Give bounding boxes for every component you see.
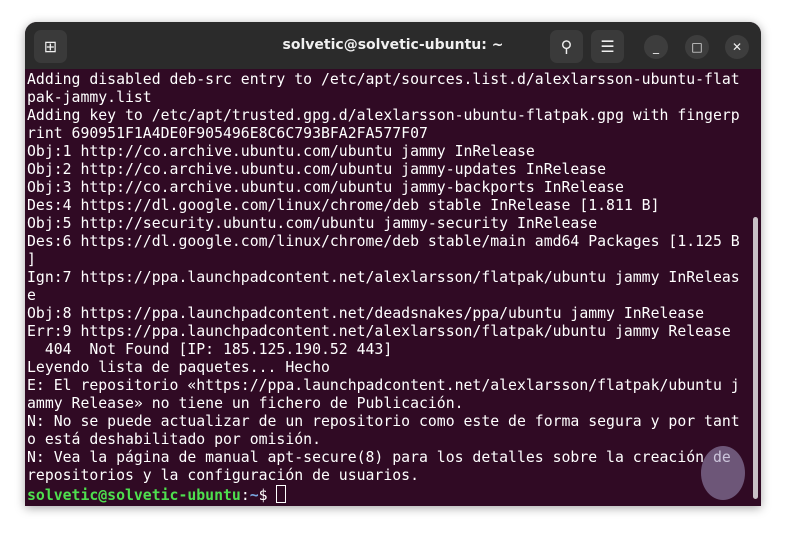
hamburger-icon: ☰ <box>600 37 615 56</box>
terminal-line: ammy Release» no tiene un fichero de Pub… <box>27 395 464 412</box>
maximize-button[interactable]: □ <box>685 35 709 59</box>
terminal-line: Obj:5 http://security.ubuntu.com/ubuntu … <box>27 215 598 232</box>
prompt-separator: : <box>240 487 250 504</box>
terminal-output[interactable]: Adding disabled deb-src entry to /etc/ap… <box>27 71 749 504</box>
terminal-line: pak-jammy.list <box>27 89 152 106</box>
terminal-line: ] <box>27 251 36 268</box>
minimize-icon: _ <box>653 40 659 54</box>
terminal-line: Des:4 https://dl.google.com/linux/chrome… <box>27 197 660 214</box>
terminal-line: 404 Not Found [IP: 185.125.190.52 443] <box>27 341 393 358</box>
watermark-logo <box>701 446 745 500</box>
prompt-symbol: $ <box>258 487 277 504</box>
terminal-line: Adding key to /etc/apt/trusted.gpg.d/ale… <box>27 107 740 124</box>
search-icon: ⚲ <box>560 37 573 56</box>
terminal-line: Obj:3 http://co.archive.ubuntu.com/ubunt… <box>27 179 624 196</box>
title-bar: ⊞ solvetic@solvetic-ubuntu: ~ ⚲ ☰ _ □ ✕ <box>25 22 761 69</box>
terminal-line: Des:6 https://dl.google.com/linux/chrome… <box>27 233 740 250</box>
minimize-button[interactable]: _ <box>644 35 668 59</box>
menu-button[interactable]: ☰ <box>591 30 624 63</box>
terminal-line: Err:9 https://ppa.launchpadcontent.net/a… <box>27 323 731 340</box>
terminal-line: N: No se puede actualizar de un reposito… <box>27 413 740 430</box>
close-icon: ✕ <box>731 40 743 54</box>
terminal-line: o está deshabilitado por omisión. <box>27 431 321 448</box>
terminal-line: N: Vea la página de manual apt-secure(8)… <box>27 449 731 466</box>
terminal-line: E: El repositorio «https://ppa.launchpad… <box>27 377 740 394</box>
close-button[interactable]: ✕ <box>725 35 749 59</box>
terminal-line: Leyendo lista de paquetes... Hecho <box>27 359 330 376</box>
terminal-line: Obj:1 http://co.archive.ubuntu.com/ubunt… <box>27 143 535 160</box>
scrollbar[interactable] <box>753 217 758 499</box>
prompt-user-host: solvetic@solvetic-ubuntu <box>27 487 241 504</box>
prompt-line: solvetic@solvetic-ubuntu:~$ <box>27 485 749 504</box>
terminal-line: e <box>27 287 36 304</box>
terminal-line: Obj:8 https://ppa.launchpadcontent.net/d… <box>27 305 705 322</box>
text-cursor <box>276 485 287 503</box>
search-button[interactable]: ⚲ <box>550 30 583 63</box>
terminal-line: Obj:2 http://co.archive.ubuntu.com/ubunt… <box>27 161 607 178</box>
terminal-line: rint 690951F1A4DE0F905496E8C6C793BFA2FA5… <box>27 125 428 142</box>
terminal-line: repositorios y la configuración de usuar… <box>27 467 419 484</box>
terminal-line: Ign:7 https://ppa.launchpadcontent.net/a… <box>27 269 740 286</box>
maximize-icon: □ <box>691 40 703 54</box>
prompt-path: ~ <box>249 487 259 504</box>
terminal-window: ⊞ solvetic@solvetic-ubuntu: ~ ⚲ ☰ _ □ ✕ … <box>25 22 761 506</box>
terminal-line: Adding disabled deb-src entry to /etc/ap… <box>27 71 740 88</box>
